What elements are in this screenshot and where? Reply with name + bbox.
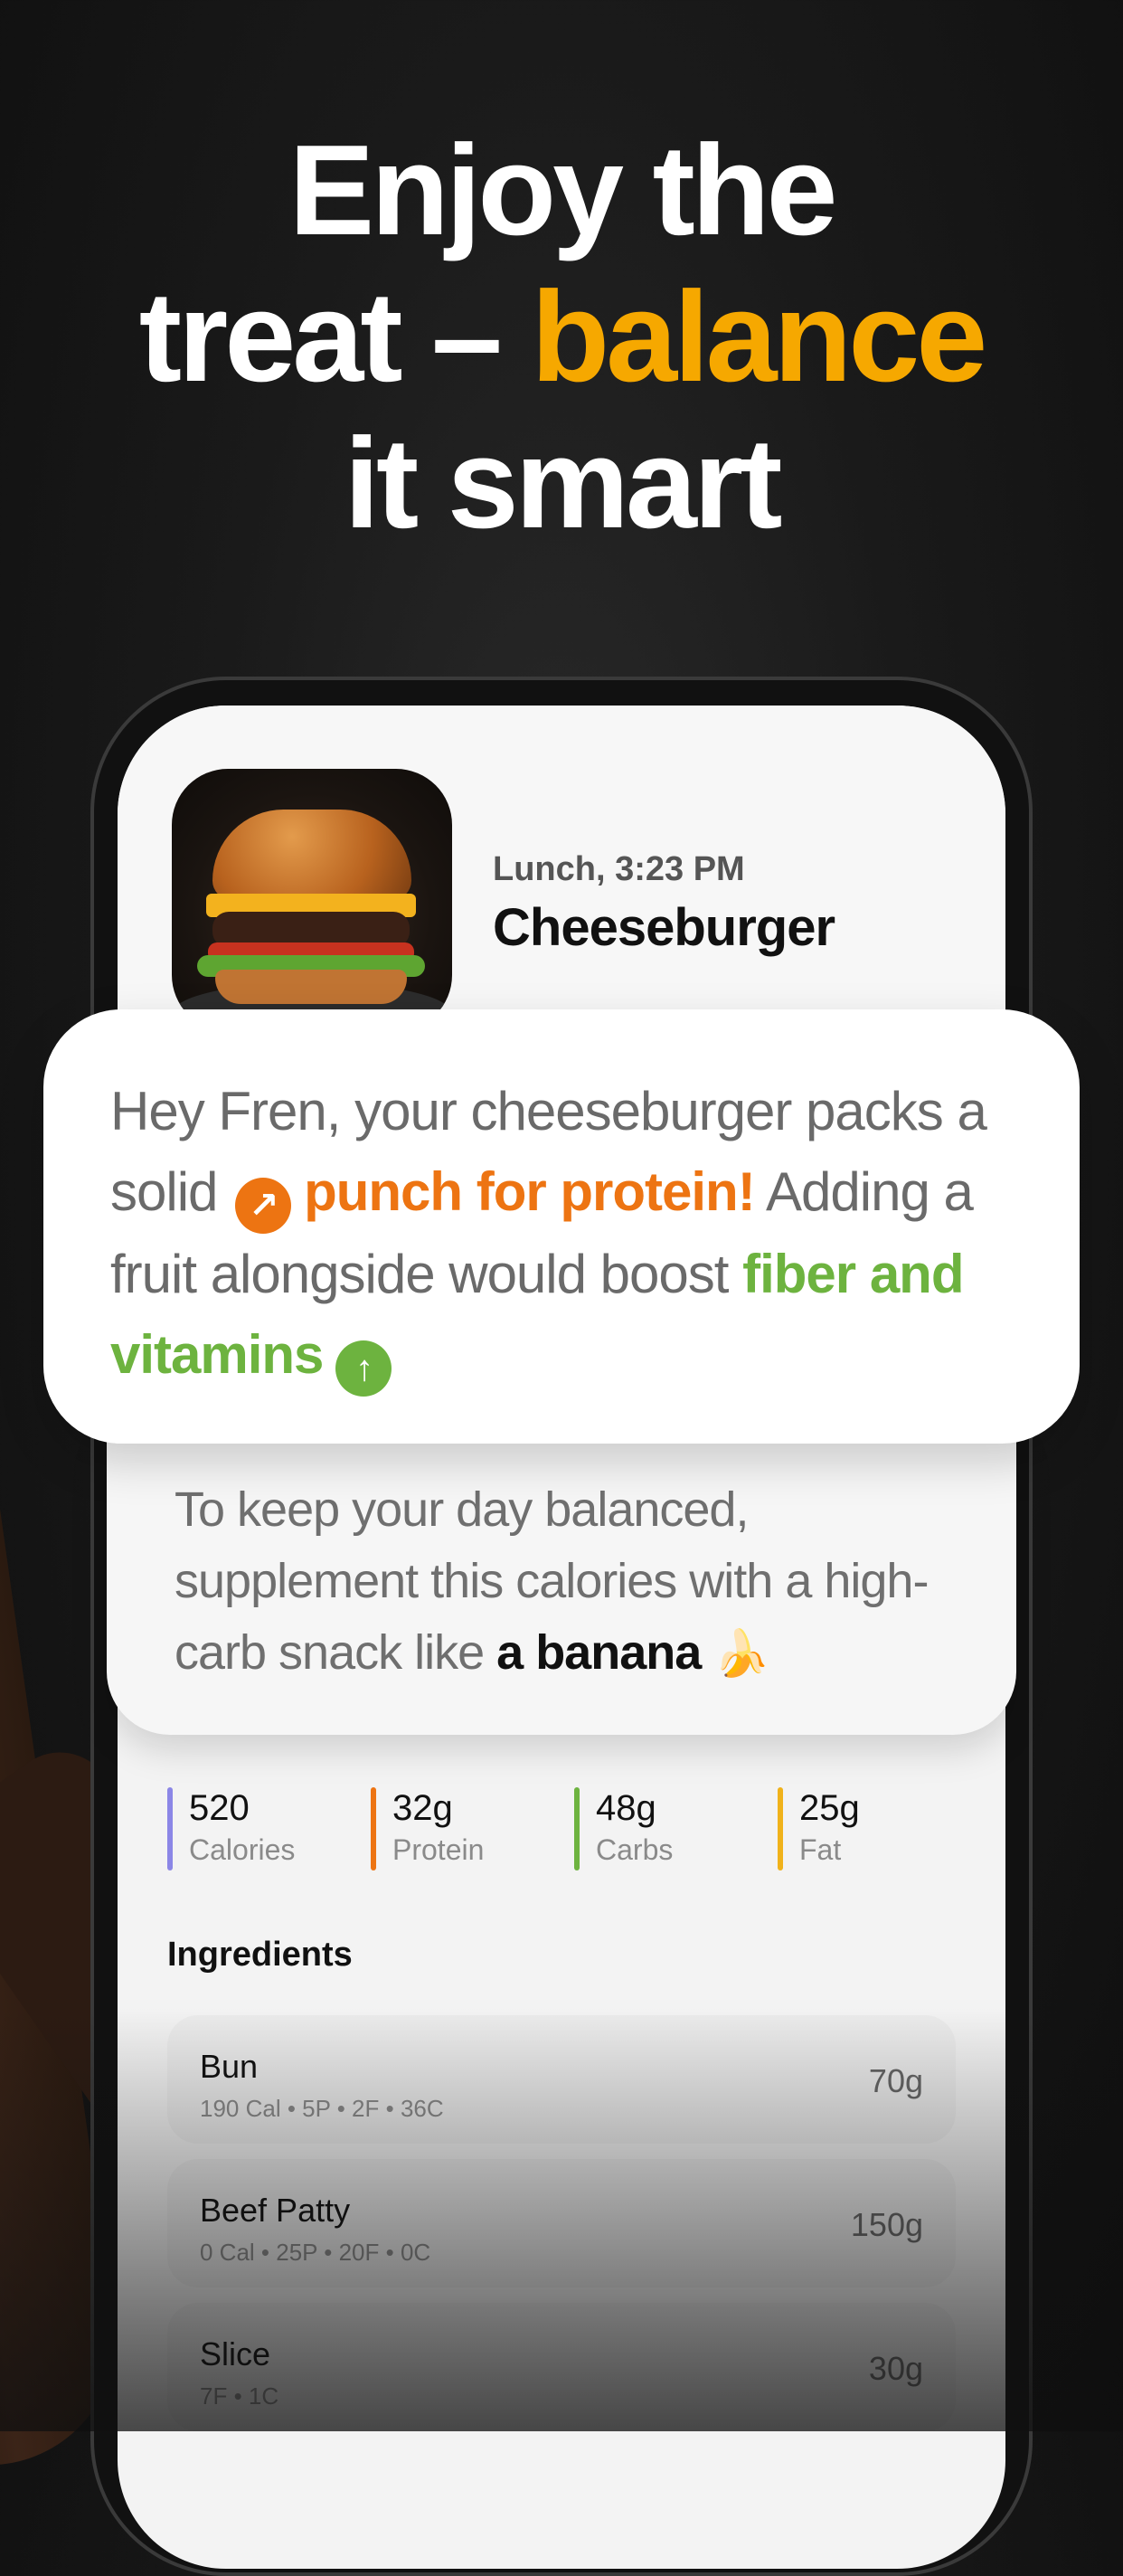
headline-line1: Enjoy the — [288, 118, 837, 262]
ingredients-title: Ingredients — [167, 1936, 353, 1974]
ingredient-weight: 30g — [868, 2350, 923, 2387]
tip-bold: a banana — [496, 1625, 702, 1680]
meal-time: Lunch, 3:23 PM — [493, 850, 745, 888]
macro-calories: 520 Calories — [167, 1787, 295, 1870]
macro-protein: 32g Protein — [371, 1787, 484, 1870]
banana-icon: 🍌 — [713, 1628, 769, 1679]
ingredient-name: Bun — [200, 2048, 259, 2085]
macro-fat-bar — [778, 1787, 783, 1870]
ingredient-weight: 70g — [868, 2062, 923, 2099]
macro-value: 520 — [189, 1788, 250, 1828]
ingredient-weight: 150g — [850, 2206, 923, 2243]
cheeseburger-photo[interactable] — [172, 769, 452, 1031]
bun-top-shape — [212, 810, 411, 900]
headline-line2: treat – balance — [0, 264, 1123, 411]
macro-label: Protein — [392, 1833, 485, 1866]
macro-value: 32g — [392, 1788, 453, 1828]
headline-line3: it smart — [344, 412, 783, 555]
macro-protein-bar — [371, 1787, 376, 1870]
macro-label: Carbs — [596, 1833, 674, 1866]
meal-name: Cheeseburger — [493, 898, 835, 957]
bun-bottom-shape — [215, 970, 407, 1004]
ingredient-row[interactable]: Beef Patty 0 Cal • 25P • 20F • 0C 150g — [167, 2159, 956, 2287]
macro-value: 25g — [799, 1788, 860, 1828]
macro-calories-bar — [167, 1787, 173, 1870]
ingredient-name: Beef Patty — [200, 2192, 351, 2229]
macro-summary: 520 Calories 32g Protein 48g Carbs 25g F… — [167, 1787, 981, 1870]
ingredient-row[interactable]: Slice 7F • 1C 30g — [167, 2303, 956, 2431]
arrow-up-right-icon: ↗ — [235, 1178, 292, 1234]
macro-label: Fat — [799, 1833, 842, 1866]
ingredient-detail: 190 Cal • 5P • 2F • 36C — [200, 2095, 444, 2122]
ingredient-row[interactable]: Bun 190 Cal • 5P • 2F • 36C 70g — [167, 2015, 956, 2144]
headline-accent-word: balance — [531, 265, 987, 409]
macro-value: 48g — [596, 1788, 656, 1828]
tip-card: To keep your day balanced, supplement th… — [107, 1436, 1016, 1735]
ingredient-detail: 7F • 1C — [200, 2382, 279, 2410]
ingredient-name: Slice — [200, 2335, 271, 2372]
ingredient-detail: 0 Cal • 25P • 20F • 0C — [200, 2239, 431, 2266]
meal-header: Lunch, 3:23 PM Cheeseburger — [118, 706, 1005, 1031]
macro-carbs-bar — [574, 1787, 580, 1870]
macro-fat: 25g Fat — [778, 1787, 860, 1870]
insight-card: Hey Fren, your cheeseburger packs a soli… — [43, 1009, 1080, 1444]
headline-line2-plain: treat – — [138, 265, 532, 409]
macro-label: Calories — [189, 1833, 296, 1866]
arrow-up-icon: ↑ — [335, 1340, 392, 1397]
macro-carbs: 48g Carbs — [574, 1787, 673, 1870]
headline: Enjoy the treat – balance it smart — [0, 118, 1123, 557]
insight-highlight-protein: punch for protein! — [304, 1161, 756, 1222]
